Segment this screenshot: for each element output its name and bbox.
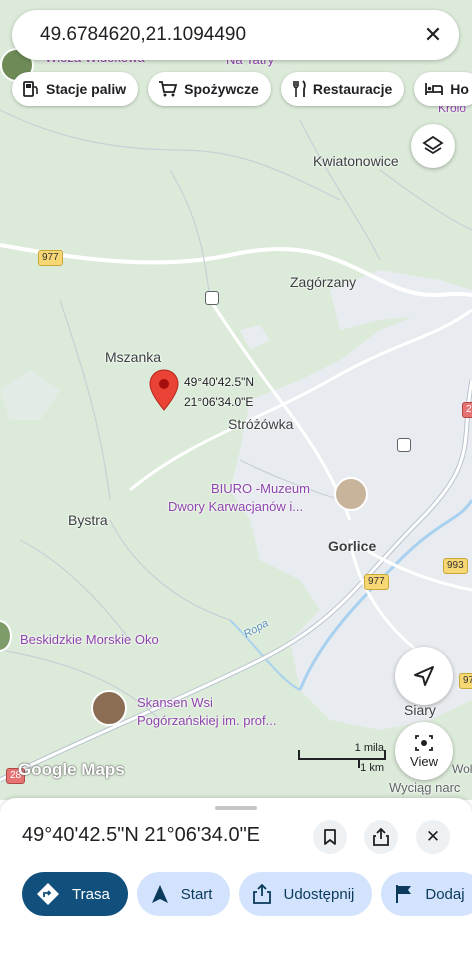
place-label-mszanka: Mszanka <box>105 349 162 365</box>
poi-label-skansen-line1[interactable]: Skansen Wsi <box>137 694 213 711</box>
chip-label: Stacje paliw <box>46 81 127 97</box>
location-pin-icon[interactable] <box>149 369 179 411</box>
share-icon <box>373 828 389 846</box>
poi-label-biuro-line2[interactable]: Dwory Karwacjanów i... <box>168 498 303 515</box>
chip-groceries[interactable]: Spożywcze <box>148 72 271 106</box>
road-badge-97: 97 <box>459 673 472 689</box>
category-chips: Stacje paliw Spożywcze Restauracje Ho <box>12 72 472 106</box>
share-button[interactable] <box>364 820 398 854</box>
action-label: Udostępnij <box>283 885 355 903</box>
gas-station-icon <box>23 81 38 97</box>
chip-gas-stations[interactable]: Stacje paliw <box>12 72 139 106</box>
action-buttons: Trasa Start Udostępnij Dodaj <box>22 872 472 916</box>
view-button[interactable]: View <box>395 722 453 780</box>
pin-latitude-label: 49°40'42.5"N <box>184 375 255 389</box>
poi-label-morskie-oko[interactable]: Beskidzkie Morskie Oko <box>20 631 159 648</box>
hotel-icon <box>425 83 444 95</box>
share-icon <box>253 884 272 904</box>
action-label: Start <box>180 885 213 903</box>
place-bottom-sheet[interactable]: 49°40'42.5"N 21°06'34.0"E ✕ Trasa Start … <box>0 798 472 960</box>
directions-icon <box>37 883 59 905</box>
share-action-button[interactable]: Udostępnij <box>239 872 373 916</box>
place-title: 49°40'42.5"N 21°06'34.0"E <box>22 824 261 846</box>
close-sheet-button[interactable]: ✕ <box>416 820 450 854</box>
road-badge-977: 977 <box>38 250 63 266</box>
chip-label: Ho <box>450 81 469 97</box>
scale-km: 1 km <box>360 762 384 774</box>
flag-icon <box>396 885 412 903</box>
scale-miles: 1 mila <box>354 742 384 754</box>
poi-label-skansen-line2[interactable]: Pogórzańskiej im. prof... <box>137 712 276 729</box>
pin-longitude-label: 21°06'34.0"E <box>184 395 254 409</box>
chip-restaurants[interactable]: Restauracje <box>280 72 405 106</box>
restaurant-icon <box>293 80 306 97</box>
action-label: Dodaj <box>425 885 465 903</box>
bookmark-icon <box>324 829 336 845</box>
my-location-button[interactable] <box>395 647 453 705</box>
navigation-arrow-icon <box>414 666 434 686</box>
directions-button[interactable]: Trasa <box>22 872 128 916</box>
map-scale: 1 mila 1 km <box>298 742 388 776</box>
poi-label-biuro-line1[interactable]: BIURO -Muzeum <box>211 480 310 497</box>
transit-stop-icon[interactable] <box>205 291 219 305</box>
drag-handle[interactable] <box>215 806 257 810</box>
place-label-bystra: Bystra <box>68 512 108 528</box>
camera-view-icon <box>415 734 433 751</box>
search-query[interactable]: 49.6784620,21.1094490 <box>40 24 421 46</box>
road-badge-993: 993 <box>443 558 468 574</box>
road-badge-2: 2 <box>462 402 472 418</box>
view-button-label: View <box>410 753 438 769</box>
chip-label: Restauracje <box>312 81 393 97</box>
chip-label: Spożywcze <box>184 81 259 97</box>
chip-hotels[interactable]: Ho <box>414 72 472 106</box>
layers-icon <box>422 135 444 155</box>
action-label: Trasa <box>72 885 110 903</box>
add-label-button[interactable]: Dodaj <box>381 872 472 916</box>
place-label-zagorzany: Zagórzany <box>290 274 357 290</box>
layers-button[interactable] <box>411 124 455 168</box>
save-button[interactable] <box>313 820 347 854</box>
navigation-start-icon <box>151 885 168 903</box>
start-button[interactable]: Start <box>136 872 231 916</box>
close-icon[interactable]: ✕ <box>421 22 445 47</box>
close-icon: ✕ <box>425 827 441 846</box>
place-label-strozowka: Stróżówka <box>228 416 294 432</box>
poi-photo-biuro[interactable] <box>334 477 368 511</box>
road-badge-977-gorlice: 977 <box>364 574 389 590</box>
place-label-wyciag: Wyciąg narc <box>389 780 461 795</box>
search-bar[interactable]: 49.6784620,21.1094490 ✕ <box>12 10 459 60</box>
place-label-wola: Wola <box>452 762 472 776</box>
cart-icon <box>159 81 178 97</box>
place-label-kwiatonowice: Kwiatonowice <box>313 153 399 169</box>
poi-photo-skansen[interactable] <box>91 690 127 726</box>
place-label-gorlice: Gorlice <box>328 538 377 554</box>
google-maps-logo: Google Maps <box>18 760 125 779</box>
transit-stop-icon-gorlice[interactable] <box>397 438 411 452</box>
